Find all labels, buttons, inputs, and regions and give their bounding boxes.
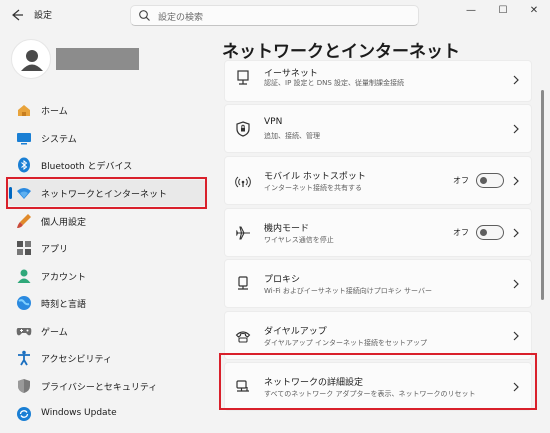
- search-icon: [139, 10, 150, 21]
- home-icon: [18, 105, 30, 116]
- sidebar-item-gaming[interactable]: ゲーム: [8, 318, 206, 344]
- airplane-mode-toggle[interactable]: [476, 225, 504, 240]
- bluetooth-icon: [18, 157, 30, 173]
- card-vpn[interactable]: VPN 追加、接続、管理: [224, 104, 532, 153]
- proxy-icon: [238, 276, 248, 290]
- sidebar-item-label: Bluetooth とデバイス: [41, 162, 133, 172]
- card-mobile-hotspot[interactable]: モバイル ホットスポット インターネット接続を共有する オフ: [224, 156, 532, 205]
- highlight-box-advanced: [219, 353, 537, 410]
- globe-icon: [17, 296, 31, 310]
- brush-icon: [17, 214, 31, 228]
- airplane-icon: [235, 226, 250, 240]
- update-icon: [17, 407, 31, 421]
- maximize-button[interactable]: ☐: [493, 4, 513, 18]
- page-title: ネットワークとインターネット: [222, 42, 460, 62]
- user-icon: [21, 50, 43, 71]
- chevron-right-icon: [513, 176, 519, 186]
- card-subtitle: Wi-Fi およびイーサネット接続向けプロキシ サーバー: [264, 287, 432, 295]
- sidebar-item-label: ゲーム: [41, 328, 68, 338]
- sidebar-item-accounts[interactable]: アカウント: [8, 263, 206, 289]
- avatar[interactable]: [11, 39, 51, 79]
- card-subtitle: 認証、IP 設定と DNS 設定、従量制課金接続: [264, 79, 405, 87]
- sidebar-item-bluetooth[interactable]: Bluetooth とデバイス: [8, 152, 206, 178]
- sidebar-item-label: アカウント: [41, 273, 87, 283]
- close-button[interactable]: ✕: [524, 4, 544, 18]
- card-title: ダイヤルアップ: [264, 327, 327, 337]
- card-subtitle: 追加、接続、管理: [264, 132, 320, 140]
- card-airplane-mode[interactable]: 機内モード ワイヤレス通信を停止 オフ: [224, 208, 532, 257]
- sidebar-item-label: Windows Update: [41, 408, 117, 418]
- chevron-right-icon: [513, 279, 519, 289]
- sidebar-item-label: プライバシーとセキュリティ: [41, 383, 158, 393]
- chevron-right-icon: [513, 75, 519, 85]
- profile-name-redacted: [56, 48, 139, 70]
- gamepad-icon: [16, 328, 32, 336]
- card-subtitle: ワイヤレス通信を停止: [264, 236, 334, 244]
- card-title: VPN: [264, 117, 283, 127]
- chevron-right-icon: [513, 331, 519, 341]
- sidebar-item-privacy[interactable]: プライバシーとセキュリティ: [8, 373, 206, 399]
- sidebar-item-time-language[interactable]: 時刻と言語: [8, 290, 206, 316]
- sidebar-item-label: ホーム: [41, 107, 68, 117]
- sidebar-item-system[interactable]: システム: [8, 125, 206, 151]
- dialup-icon: [235, 331, 251, 343]
- system-icon: [17, 133, 31, 145]
- sidebar-item-apps[interactable]: アプリ: [8, 235, 206, 261]
- sidebar-item-label: アクセシビリティ: [41, 355, 113, 365]
- sidebar-item-label: 個人用設定: [41, 218, 87, 228]
- search-placeholder: 設定の検索: [158, 13, 204, 23]
- card-title: モバイル ホットスポット: [264, 172, 366, 182]
- sidebar-item-label: 時刻と言語: [41, 300, 87, 310]
- sidebar-item-label: システム: [41, 135, 77, 145]
- account-icon: [17, 269, 31, 283]
- accessibility-icon: [18, 350, 30, 366]
- card-subtitle: ダイヤルアップ インターネット接続をセットアップ: [264, 339, 428, 347]
- highlight-box-sidebar: [6, 177, 207, 209]
- card-ethernet[interactable]: イーサネット 認証、IP 設定と DNS 設定、従量制課金接続: [224, 60, 532, 102]
- chevron-right-icon: [513, 228, 519, 238]
- toggle-knob: [480, 177, 487, 184]
- shield-icon: [18, 379, 30, 393]
- sidebar-item-home[interactable]: ホーム: [8, 97, 206, 123]
- search-input[interactable]: 設定の検索: [130, 5, 419, 26]
- scrollbar[interactable]: [541, 90, 544, 300]
- toggle-state-label: オフ: [453, 228, 469, 237]
- vpn-shield-icon: [236, 121, 250, 137]
- sidebar-item-personalization[interactable]: 個人用設定: [8, 208, 206, 234]
- ethernet-icon: [237, 70, 249, 85]
- chevron-right-icon: [513, 124, 519, 134]
- hotspot-toggle[interactable]: [476, 173, 504, 188]
- card-title: 機内モード: [264, 224, 310, 234]
- app-title: 設定: [34, 11, 53, 21]
- toggle-state-label: オフ: [453, 176, 469, 185]
- hotspot-icon: [235, 176, 251, 188]
- back-arrow-icon[interactable]: [8, 6, 26, 24]
- sidebar-item-windows-update[interactable]: Windows Update: [8, 401, 206, 427]
- card-subtitle: インターネット接続を共有する: [264, 184, 362, 192]
- card-proxy[interactable]: プロキシ Wi-Fi およびイーサネット接続向けプロキシ サーバー: [224, 259, 532, 308]
- minimize-button[interactable]: —: [461, 4, 481, 18]
- sidebar-item-label: アプリ: [41, 245, 69, 255]
- card-title: プロキシ: [264, 275, 301, 285]
- title-bar: 設定 設定の検索 — ☐ ✕: [0, 0, 550, 32]
- apps-icon: [17, 241, 31, 255]
- toggle-knob: [480, 229, 487, 236]
- sidebar-item-accessibility[interactable]: アクセシビリティ: [8, 345, 206, 371]
